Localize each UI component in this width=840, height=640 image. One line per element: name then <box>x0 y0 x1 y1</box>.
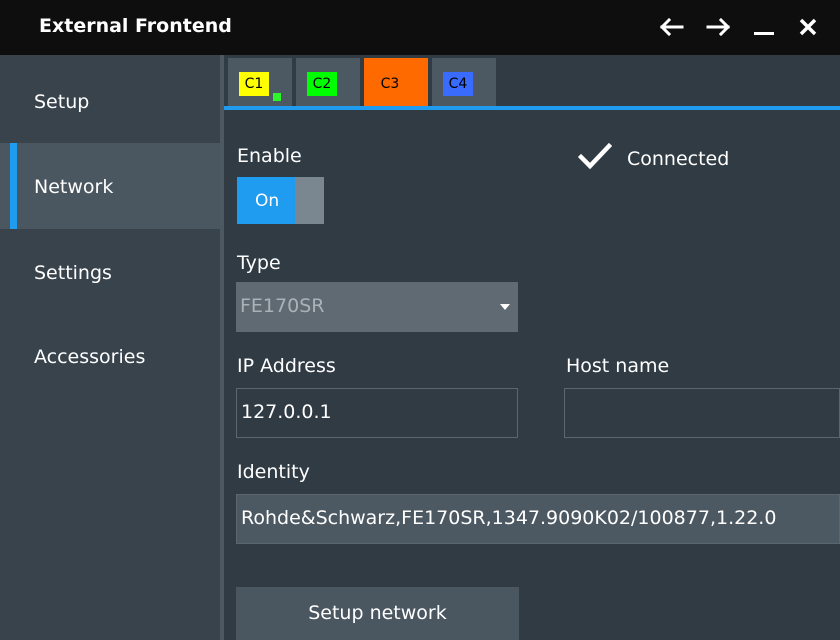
host-name-field[interactable] <box>564 388 840 438</box>
connection-status: Connected <box>627 148 730 170</box>
tab-c3[interactable]: C3 <box>364 58 428 106</box>
setup-network-button[interactable]: Setup network <box>236 587 519 640</box>
type-label: Type <box>237 252 281 274</box>
type-value: FE170SR <box>240 295 325 317</box>
enable-toggle[interactable]: On <box>237 177 324 224</box>
identity-value: Rohde&Schwarz,FE170SR,1347.9090K02/10087… <box>241 507 777 529</box>
chevron-down-icon <box>500 304 510 310</box>
type-select[interactable]: FE170SR <box>236 282 518 332</box>
channel-tabs: C1 C2 C3 C4 <box>228 58 840 110</box>
minimize-icon[interactable] <box>752 14 776 40</box>
close-icon[interactable] <box>796 14 820 40</box>
ip-address-field[interactable]: 127.0.0.1 <box>236 388 518 438</box>
tab-c4[interactable]: C4 <box>432 58 496 106</box>
sidebar-item-label: Settings <box>34 262 112 284</box>
ip-address-value: 127.0.0.1 <box>241 401 332 423</box>
ip-address-label: IP Address <box>237 355 336 377</box>
sidebar-item-label: Setup <box>34 91 90 113</box>
sidebar: Setup Network Settings Accessories <box>0 55 220 640</box>
sidebar-item-accessories[interactable]: Accessories <box>0 315 220 401</box>
identity-field: Rohde&Schwarz,FE170SR,1347.9090K02/10087… <box>236 494 840 544</box>
tab-label: C2 <box>307 72 337 96</box>
tab-c2[interactable]: C2 <box>296 58 360 106</box>
arrow-right-icon[interactable] <box>706 14 730 40</box>
tab-label: C3 <box>375 72 405 96</box>
sidebar-item-setup[interactable]: Setup <box>0 58 220 144</box>
tab-c1[interactable]: C1 <box>228 58 292 106</box>
host-name-label: Host name <box>566 355 670 377</box>
title-bar: External Frontend <box>0 0 840 55</box>
tab-label: C4 <box>443 72 473 96</box>
panel-divider[interactable] <box>220 55 224 640</box>
tab-label: C1 <box>239 72 269 96</box>
sidebar-item-settings[interactable]: Settings <box>0 229 220 315</box>
sidebar-item-network[interactable]: Network <box>0 143 220 229</box>
tab-underline <box>224 106 840 110</box>
window-title: External Frontend <box>39 15 232 37</box>
sidebar-item-label: Accessories <box>34 346 146 368</box>
enable-label: Enable <box>237 145 302 167</box>
active-indicator-dot <box>273 93 281 101</box>
arrow-left-icon[interactable] <box>660 14 684 40</box>
checkmark-icon <box>578 142 612 170</box>
identity-label: Identity <box>237 461 310 483</box>
setup-network-label: Setup network <box>308 602 447 624</box>
active-indicator <box>10 143 17 229</box>
toggle-value: On <box>255 191 280 211</box>
sidebar-item-label: Network <box>34 176 114 198</box>
